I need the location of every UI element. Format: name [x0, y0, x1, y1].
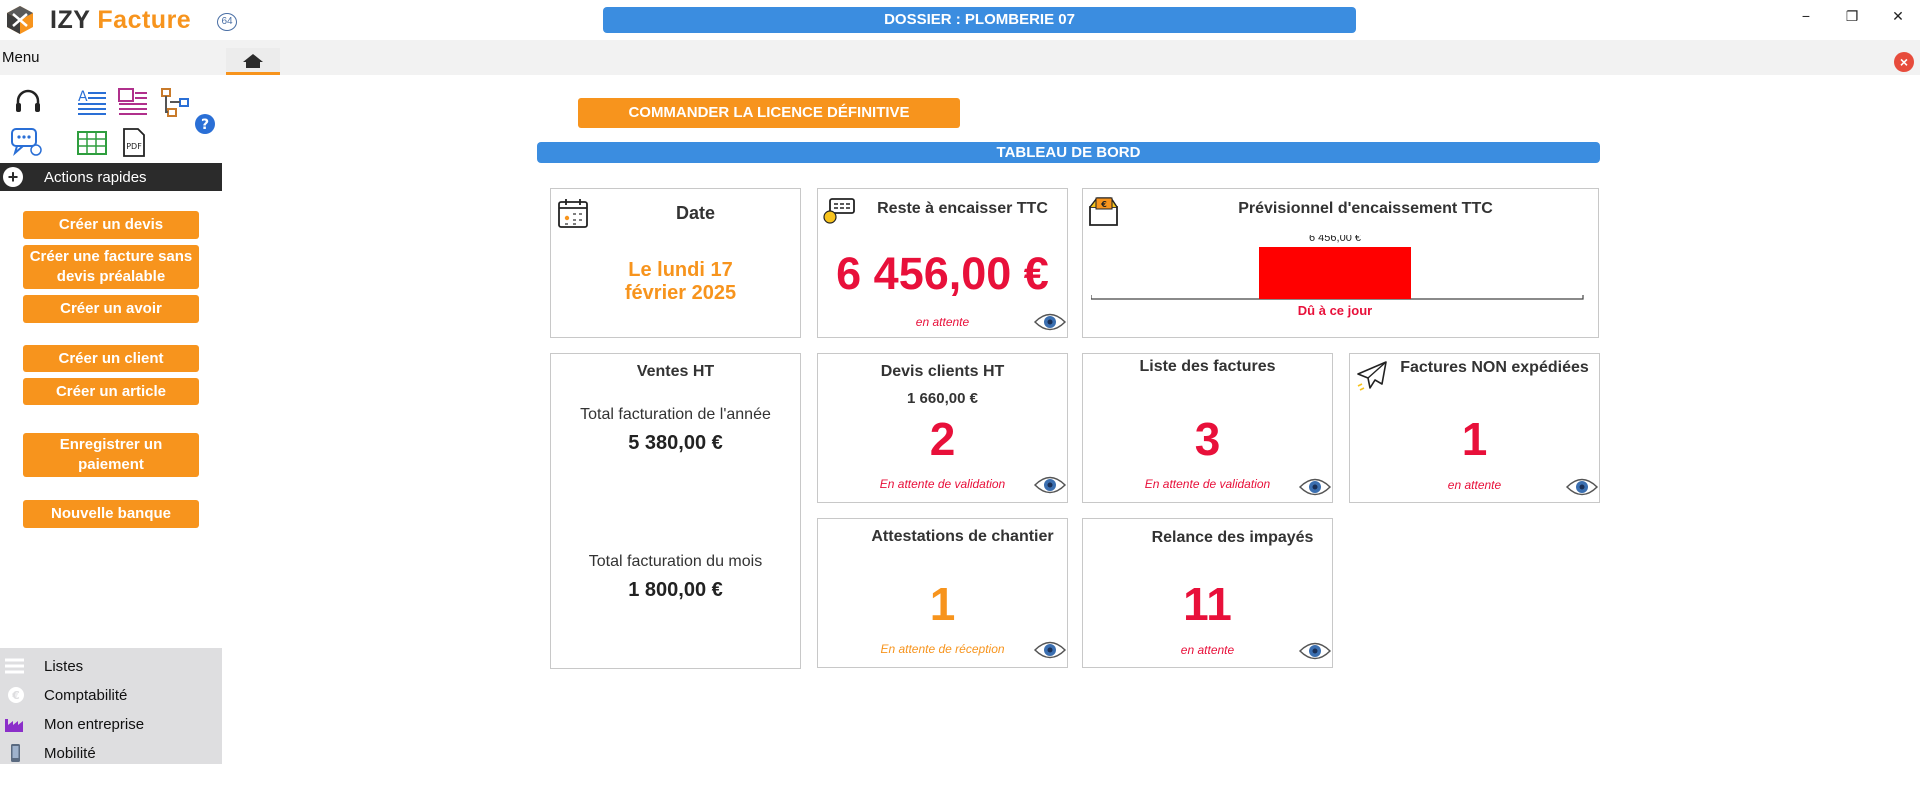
- unsent-invoices-title: Factures NON expédiées: [1400, 359, 1589, 376]
- eye-icon[interactable]: [1034, 474, 1066, 496]
- title-bar: IZY Facture 64 DOSSIER : PLOMBERIE 07 − …: [0, 0, 1920, 40]
- invoices-title: Liste des factures: [1139, 358, 1276, 375]
- chat-support-icon[interactable]: [10, 127, 42, 157]
- balance-due-title: Reste à encaisser TTC: [877, 200, 1048, 217]
- version-badge: 64: [217, 13, 237, 31]
- site-certificates-status: En attente de réception: [880, 642, 1005, 656]
- pdf-icon[interactable]: PDF: [118, 127, 150, 157]
- spreadsheet-icon[interactable]: [76, 129, 108, 159]
- sales-card: Ventes HT Total facturation de l'année 5…: [550, 353, 801, 669]
- quotes-count: 2: [929, 413, 956, 465]
- unpaid-reminders-card[interactable]: Relance des impayés 11 en attente: [1082, 518, 1333, 668]
- create-article-button[interactable]: Créer un article: [23, 378, 199, 405]
- svg-text:€: €: [11, 689, 20, 702]
- document-text-icon[interactable]: A: [76, 87, 108, 117]
- svg-text:A: A: [78, 89, 88, 105]
- month-total-value: 1 800,00 €: [628, 579, 723, 601]
- unsent-invoices-status: en attente: [1447, 478, 1502, 492]
- invoices-status: En attente de validation: [1144, 477, 1271, 491]
- forecast-card: € Prévisionnel d'encaissement TTC 6 456,…: [1082, 188, 1599, 338]
- tab-home[interactable]: [226, 48, 280, 75]
- menu-label[interactable]: Menu: [2, 49, 40, 66]
- eye-icon[interactable]: [1299, 640, 1331, 662]
- dossier-banner: DOSSIER : PLOMBERIE 07: [603, 7, 1356, 33]
- invoices-count: 3: [1194, 413, 1221, 465]
- help-icon[interactable]: ?: [194, 113, 216, 135]
- date-card-title: Date: [675, 203, 715, 223]
- site-certificates-count: 1: [929, 578, 956, 630]
- dashboard-title: TABLEAU DE BORD: [537, 142, 1600, 163]
- unpaid-reminders-title: Relance des impayés: [1151, 529, 1314, 546]
- quotes-status: En attente de validation: [879, 477, 1006, 491]
- record-payment-button[interactable]: Enregistrer un paiement: [23, 433, 199, 477]
- new-bank-button[interactable]: Nouvelle banque: [23, 500, 199, 528]
- quick-actions-header[interactable]: + Actions rapides: [0, 163, 222, 191]
- app-name-izy: IZY: [50, 6, 90, 34]
- create-credit-note-button[interactable]: Créer un avoir: [23, 295, 199, 323]
- site-certificates-title: Attestations de chantier: [871, 528, 1054, 545]
- euro-icon: €: [8, 687, 24, 703]
- factory-icon: [5, 719, 23, 732]
- app-name: IZY Facture: [50, 6, 191, 35]
- eye-icon[interactable]: [1299, 476, 1331, 498]
- svg-text:?: ?: [201, 117, 209, 133]
- mobile-phone-icon: [11, 744, 20, 762]
- order-license-button[interactable]: COMMANDER LA LICENCE DÉFINITIVE: [578, 98, 960, 128]
- home-icon: [243, 54, 263, 68]
- eye-icon[interactable]: [1566, 476, 1598, 498]
- current-date: Le lundi 17 février 2025: [624, 259, 737, 304]
- quotes-title: Devis clients HT: [880, 363, 1005, 380]
- create-invoice-without-quote-button[interactable]: Créer une facture sans devis préalable: [23, 245, 199, 289]
- chart-category-label: Dû à ce jour: [1298, 303, 1372, 318]
- close-window-button[interactable]: ✕: [1886, 6, 1910, 26]
- sidebar-item-mobility[interactable]: Mobilité: [0, 739, 222, 768]
- quotes-amount: 1 660,00 €: [907, 390, 978, 407]
- bottom-menu: Listes € Comptabilité Mon entreprise Mob…: [0, 648, 222, 764]
- balance-due-amount: 6 456,00 €: [836, 248, 1049, 299]
- app-name-facture: Facture: [97, 6, 192, 34]
- sidebar-item-label: Comptabilité: [44, 687, 128, 704]
- sidebar-item-accounting[interactable]: € Comptabilité: [0, 681, 222, 710]
- plus-circle-icon: +: [3, 167, 23, 187]
- unsent-invoices-card[interactable]: Factures NON expédiées 1 en attente: [1349, 353, 1600, 503]
- chart-data-label: 6 456,00 €: [1309, 235, 1361, 244]
- unpaid-reminders-status: en attente: [1180, 643, 1235, 657]
- sidebar-item-my-company[interactable]: Mon entreprise: [0, 710, 222, 739]
- invoices-card[interactable]: Liste des factures 3 En attente de valid…: [1082, 353, 1333, 503]
- svg-text:PDF: PDF: [126, 142, 142, 151]
- izy-logo-icon: [7, 6, 33, 34]
- create-quote-button[interactable]: Créer un devis: [23, 211, 199, 239]
- year-total-value: 5 380,00 €: [628, 432, 723, 454]
- minimize-button[interactable]: −: [1794, 6, 1818, 26]
- sales-title: Ventes HT: [636, 363, 715, 380]
- month-total-label: Total facturation du mois: [588, 553, 763, 570]
- sidebar-item-lists[interactable]: Listes: [0, 652, 222, 681]
- image-document-icon[interactable]: [117, 87, 149, 117]
- create-client-button[interactable]: Créer un client: [23, 345, 199, 372]
- balance-due-card[interactable]: Reste à encaisser TTC 6 456,00 € en atte…: [817, 188, 1068, 338]
- headset-icon[interactable]: [12, 87, 44, 117]
- eye-icon[interactable]: [1034, 311, 1066, 333]
- sidebar-item-label: Mobilité: [44, 745, 96, 762]
- quick-actions-label: Actions rapides: [44, 169, 147, 186]
- workflow-icon[interactable]: [160, 87, 192, 117]
- sidebar-item-label: Mon entreprise: [44, 716, 145, 733]
- forecast-title: Prévisionnel d'encaissement TTC: [1238, 200, 1493, 217]
- menu-bar: Menu ×: [0, 40, 1920, 75]
- chart-bar: [1259, 247, 1411, 299]
- date-card: Date Le lundi 17 février 2025: [550, 188, 801, 338]
- close-tab-icon[interactable]: ×: [1894, 52, 1914, 72]
- quotes-card[interactable]: Devis clients HT 1 660,00 € 2 En attente…: [817, 353, 1068, 503]
- unsent-invoices-count: 1: [1461, 413, 1488, 465]
- sidebar-item-label: Listes: [44, 658, 84, 675]
- list-icon: [5, 658, 24, 674]
- unpaid-reminders-count: 11: [1183, 578, 1232, 630]
- sidebar: A ? PDF + Actions rapides Créer un devis…: [0, 75, 222, 800]
- year-total-label: Total facturation de l'année: [580, 406, 771, 423]
- eye-icon[interactable]: [1034, 639, 1066, 661]
- restore-button[interactable]: ❐: [1840, 6, 1864, 26]
- site-certificates-card[interactable]: Attestations de chantier 1 En attente de…: [817, 518, 1068, 668]
- forecast-chart: 6 456,00 € Dû à ce jour: [1091, 235, 1584, 318]
- balance-due-status: en attente: [915, 315, 970, 329]
